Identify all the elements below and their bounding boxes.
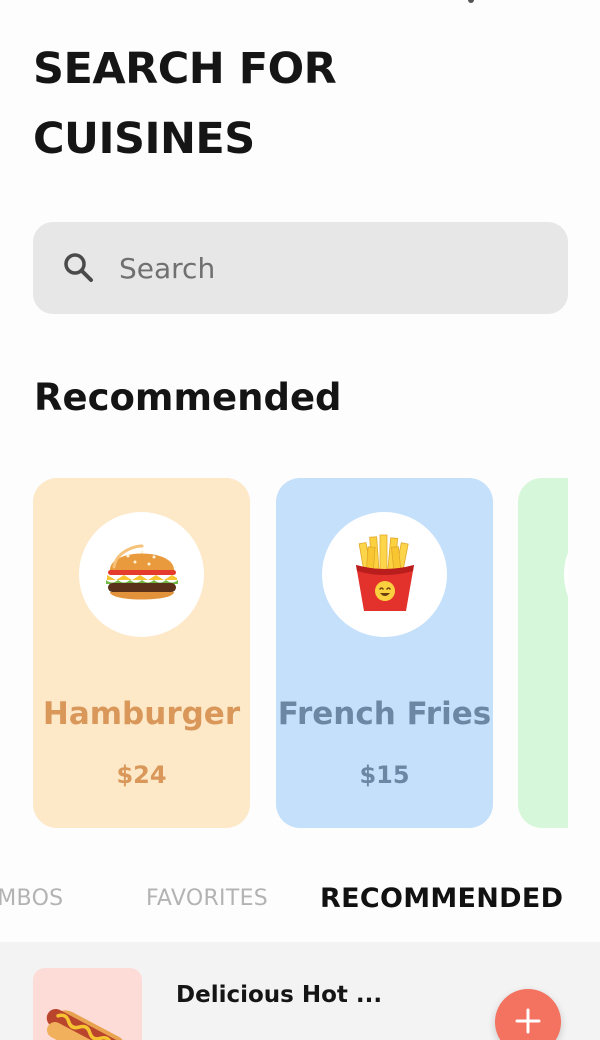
recommended-section-title: Recommended bbox=[34, 376, 342, 419]
card-price: $15 bbox=[359, 761, 410, 789]
search-bar[interactable] bbox=[33, 222, 568, 314]
add-to-cart-button[interactable] bbox=[495, 989, 561, 1040]
search-input[interactable] bbox=[117, 250, 541, 286]
tab-favorites[interactable]: FAVORITES bbox=[146, 886, 268, 911]
list-item-title: Delicious Hot ... bbox=[176, 982, 383, 1008]
hamburger-icon bbox=[104, 540, 180, 610]
french-fries-icon bbox=[348, 533, 422, 617]
card-icon-circle bbox=[322, 512, 447, 637]
page-title-line-2: CUISINES bbox=[33, 114, 255, 164]
card-icon-circle bbox=[564, 512, 568, 637]
recommended-carousel[interactable]: Hamburger $24 French Fries $15 bbox=[33, 478, 568, 830]
food-card-french-fries[interactable]: French Fries $15 bbox=[276, 478, 493, 828]
card-name: French Fries bbox=[277, 696, 492, 732]
search-icon bbox=[61, 250, 97, 286]
list-item-thumbnail bbox=[33, 968, 142, 1040]
food-card-partial[interactable] bbox=[518, 478, 568, 828]
tab-recommended[interactable]: RECOMMENDED bbox=[320, 883, 563, 914]
card-name: Hamburger bbox=[42, 696, 241, 732]
page-title-line-1: SEARCH FOR bbox=[33, 44, 337, 94]
card-price: $24 bbox=[116, 761, 167, 789]
plus-icon bbox=[514, 1007, 542, 1038]
card-icon-circle bbox=[79, 512, 204, 637]
food-card-hamburger[interactable]: Hamburger $24 bbox=[33, 478, 250, 828]
tab-combos[interactable]: COMBOS bbox=[0, 886, 63, 911]
category-tabs: COMBOS FAVORITES RECOMMENDED bbox=[0, 872, 600, 932]
status-bar-indicator bbox=[468, 0, 474, 3]
page-title: SEARCH FOR CUISINES bbox=[33, 34, 453, 174]
food-list: Delicious Hot ... bbox=[0, 942, 600, 1040]
